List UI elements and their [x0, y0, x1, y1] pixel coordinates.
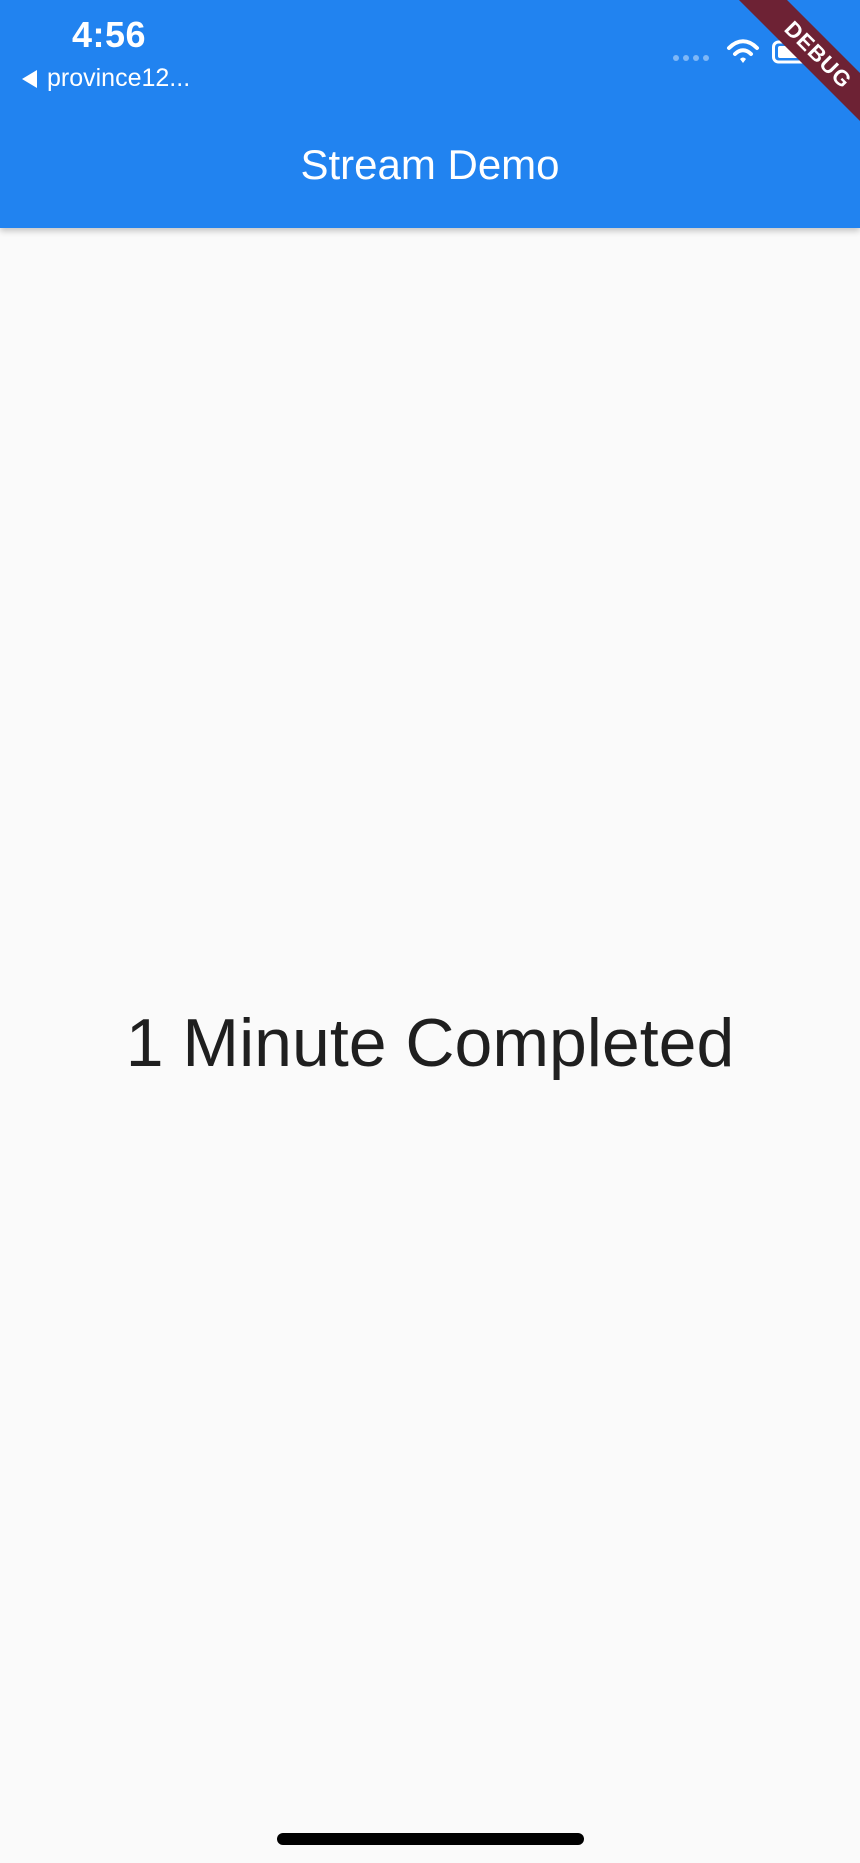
wifi-icon — [727, 39, 759, 63]
main-content: 1 Minute Completed — [0, 228, 860, 1863]
app-bar-title: Stream Demo — [300, 141, 560, 188]
app-bar: 4:56 province12... Stream Demo — [0, 0, 860, 228]
back-to-app-button[interactable]: province12... — [22, 64, 190, 93]
back-triangle-icon — [22, 69, 37, 88]
home-indicator-icon[interactable] — [277, 1833, 584, 1845]
app-screen: 4:56 province12... Stream Demo DEBUG 1 M… — [0, 0, 860, 1863]
signal-dot-icon — [673, 55, 679, 61]
status-time: 4:56 — [72, 14, 147, 55]
signal-dot-icon — [693, 55, 699, 61]
signal-dot-icon — [703, 55, 709, 61]
signal-dots-icon — [673, 55, 709, 61]
stream-status-text: 1 Minute Completed — [125, 1005, 735, 1081]
signal-dot-icon — [683, 55, 689, 61]
back-app-label: province12... — [47, 64, 191, 92]
